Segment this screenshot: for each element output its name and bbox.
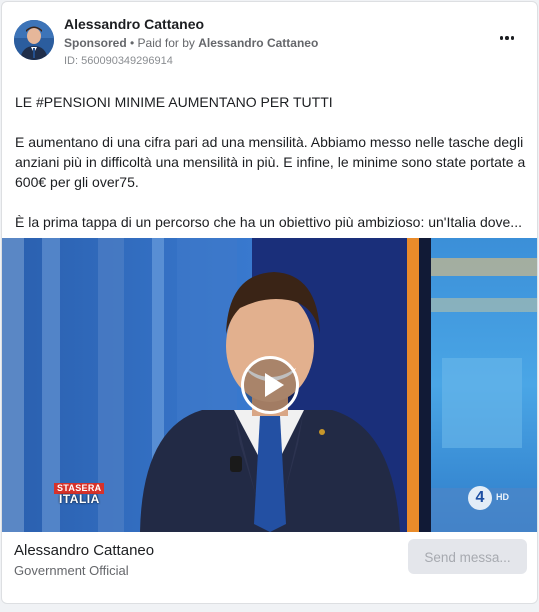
footer-page-name[interactable]: Alessandro Cattaneo (14, 542, 154, 559)
play-icon[interactable] (241, 356, 299, 414)
sponsored-meta: Sponsored • Paid for by Alessandro Catta… (64, 36, 318, 50)
post-paragraph: È la prima tappa di un percorso che ha u… (15, 214, 522, 230)
sponsored-label: Sponsored (64, 36, 127, 50)
post-paragraph: LE #PENSIONI MINIME AUMENTANO PER TUTTI (15, 94, 333, 110)
footer-page-category: Government Official (14, 563, 129, 578)
channel-hd-label: HD (496, 492, 509, 502)
post-text: LE #PENSIONI MINIME AUMENTANO PER TUTTI … (15, 92, 527, 232)
post-header: Alessandro Cattaneo Sponsored • Paid for… (2, 2, 537, 78)
ad-id: ID: 560090349296914 (64, 55, 173, 67)
paid-for-name: Alessandro Cattaneo (198, 36, 319, 50)
post-paragraph: E aumentano di una cifra pari ad una men… (15, 134, 526, 190)
more-options-icon[interactable] (497, 28, 517, 48)
avatar-image (14, 20, 54, 60)
sponsored-post-card: Alessandro Cattaneo Sponsored • Paid for… (1, 1, 538, 604)
author-name[interactable]: Alessandro Cattaneo (64, 16, 204, 32)
channel-logo: 4 (468, 486, 492, 510)
italia-logo: ITALIA (59, 492, 100, 506)
paid-for-prefix: • Paid for by (126, 36, 199, 50)
avatar[interactable] (14, 20, 54, 60)
send-message-button[interactable]: Send messa... (408, 539, 527, 574)
